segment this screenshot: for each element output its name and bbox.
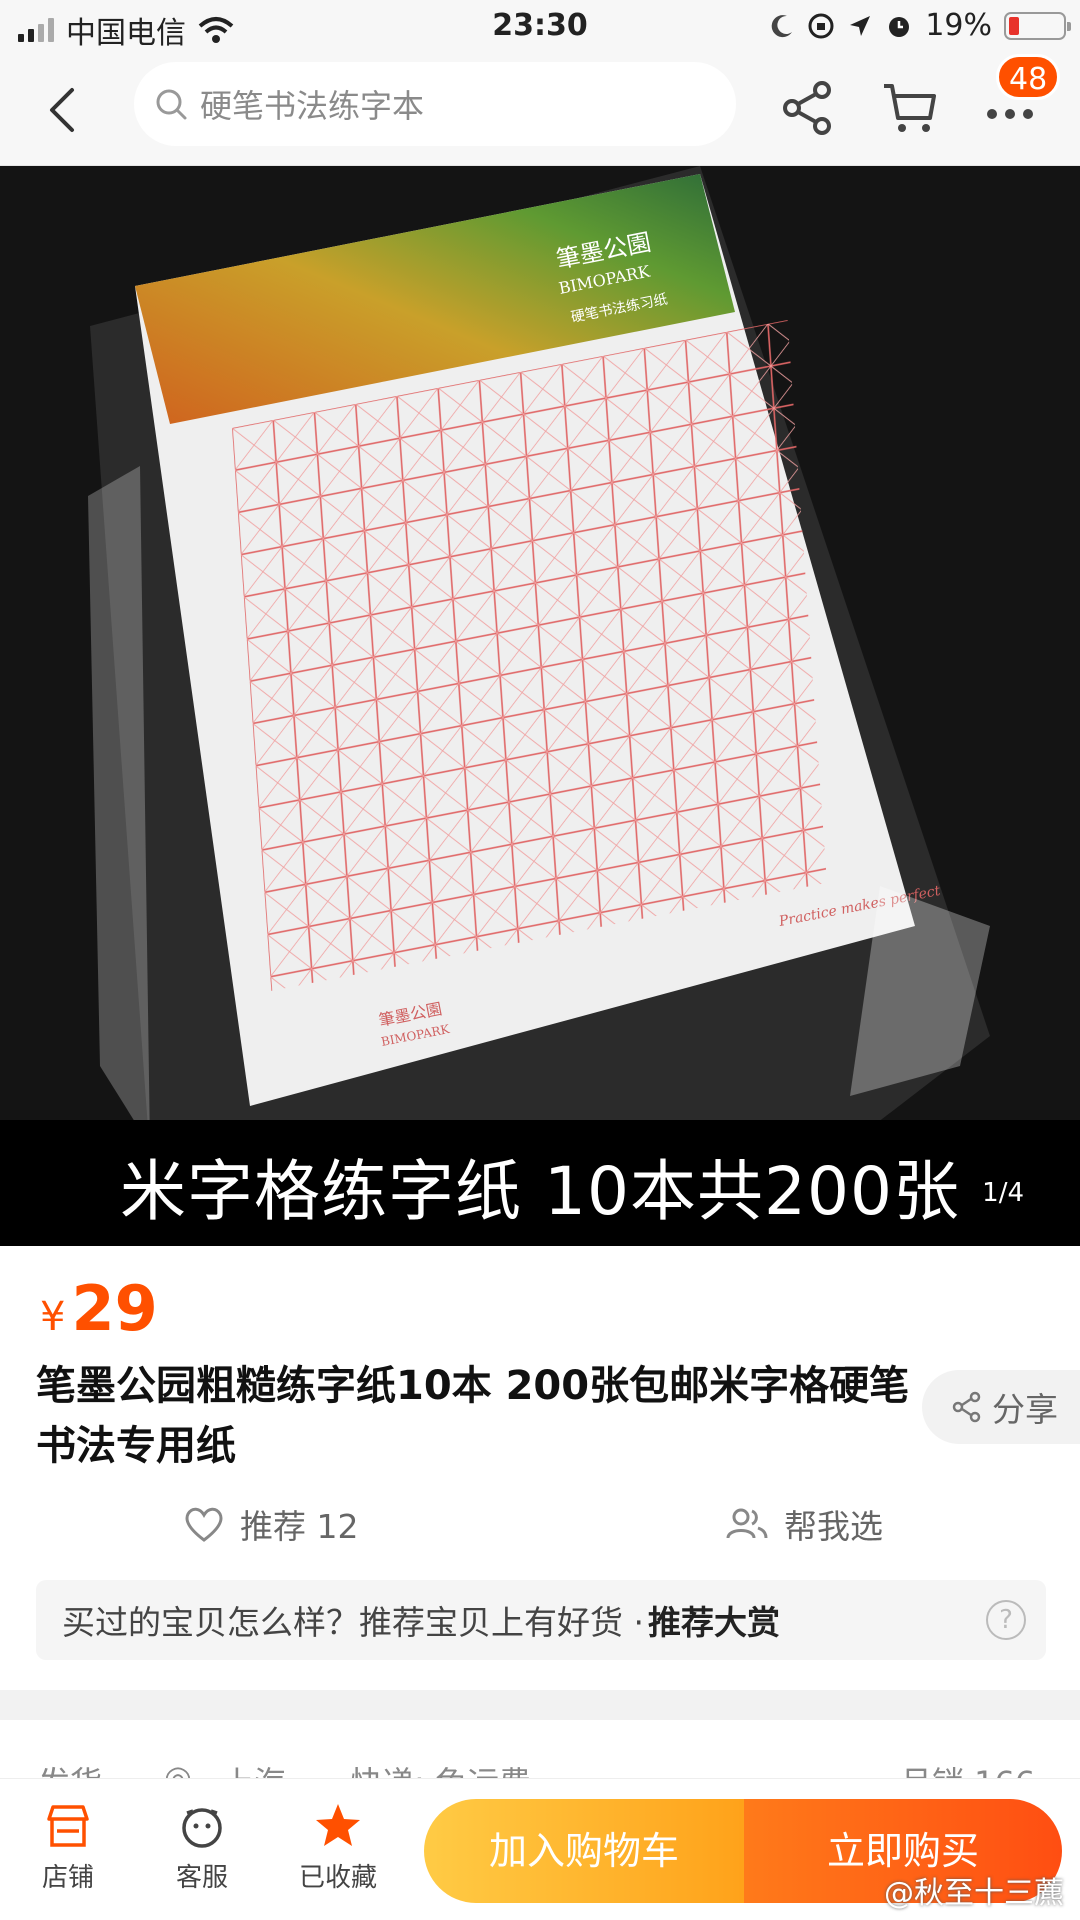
shop-label: 店铺: [41, 1863, 94, 1893]
alarm-icon: [889, 16, 910, 37]
search-icon: [156, 89, 187, 120]
moon-icon: [772, 14, 793, 37]
share-icon: [952, 1391, 981, 1423]
add-to-cart-button[interactable]: 加入购物车: [424, 1799, 744, 1903]
message-count-badge: 48: [996, 54, 1061, 100]
promo-bold-text: 推荐大赏: [647, 1603, 780, 1642]
battery-percent: 19%: [925, 8, 992, 43]
back-icon[interactable]: [34, 80, 94, 140]
share-button[interactable]: 分享: [922, 1370, 1080, 1444]
service-label: 客服: [175, 1863, 228, 1893]
customer-service-tab[interactable]: 客服: [152, 1801, 252, 1894]
image-page-indicator: 1/4: [982, 1178, 1024, 1208]
section-divider: [0, 1690, 1080, 1720]
nav-bar: 硬笔书法练字本 48: [0, 52, 1080, 166]
location-icon: [850, 15, 871, 36]
image-caption: 米字格练字纸 10本共200张: [120, 1153, 960, 1230]
status-bar: 中国电信 23:30 19%: [0, 0, 1080, 52]
recommend-button[interactable]: 推荐 12: [182, 1496, 358, 1552]
product-image[interactable]: 筆墨公園 BIMOPARK 硬笔书法练习纸 Practice makes per…: [0, 166, 1080, 1246]
share-icon[interactable]: [776, 76, 840, 140]
recommend-promo-banner[interactable]: 买过的宝贝怎么样？推荐宝贝上有好货 · 推荐大赏 ?: [36, 1580, 1046, 1660]
favorite-tab[interactable]: 已收藏: [288, 1801, 388, 1894]
recommend-label: 推荐 12: [240, 1507, 359, 1546]
cart-icon[interactable]: [878, 76, 942, 140]
price-value: 29: [71, 1272, 158, 1345]
search-input[interactable]: 硬笔书法练字本: [134, 62, 736, 146]
shop-tab[interactable]: 店铺: [18, 1801, 118, 1894]
rotation-lock-icon: [808, 13, 834, 38]
help-choose-button[interactable]: 帮我选: [724, 1496, 883, 1552]
battery-icon: [1004, 11, 1071, 40]
service-icon: [182, 1808, 222, 1848]
watermark: @秋至十三藨: [884, 1876, 1064, 1911]
shop-icon: [47, 1805, 89, 1847]
people-icon: [726, 1508, 768, 1539]
product-photo: 筆墨公園 BIMOPARK 硬笔书法练习纸 Practice makes per…: [0, 166, 1080, 1246]
share-label: 分享: [992, 1390, 1058, 1429]
status-right: 19%: [769, 8, 1071, 43]
product-title: 笔墨公园粗糙练字纸10本 200张包邮米字格硬笔书法专用纸: [36, 1363, 910, 1469]
price-currency: ¥: [40, 1294, 66, 1340]
heart-icon: [185, 1507, 223, 1542]
help-choose-label: 帮我选: [784, 1507, 883, 1546]
search-placeholder: 硬笔书法练字本: [200, 87, 425, 125]
star-icon: [316, 1804, 360, 1846]
price: ¥ 29: [40, 1272, 158, 1345]
help-icon[interactable]: ?: [986, 1600, 1026, 1640]
favorited-label: 已收藏: [298, 1863, 377, 1893]
promo-text: 买过的宝贝怎么样？推荐宝贝上有好货 ·: [62, 1603, 644, 1642]
